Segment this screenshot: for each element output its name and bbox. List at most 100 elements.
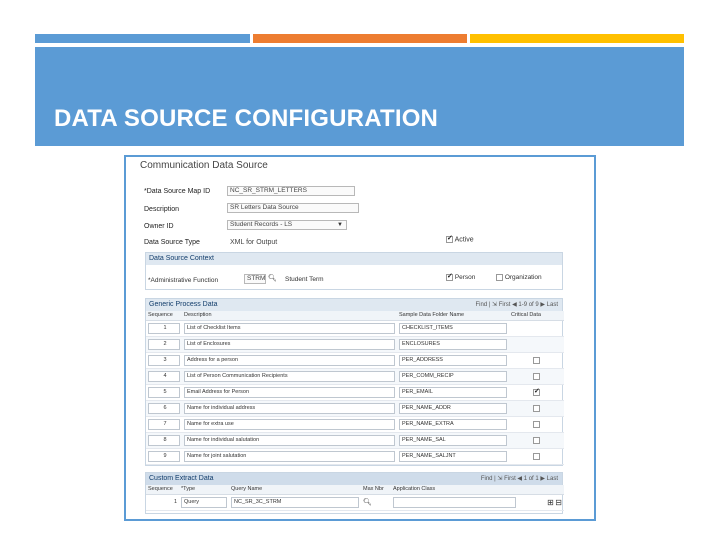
table-row: 5 Email Address for Person PER_EMAIL — [146, 384, 564, 401]
generic-process-title: Generic Process Data — [149, 301, 218, 308]
map-id-field[interactable]: NC_SR_STRM_LETTERS — [227, 186, 355, 196]
critical-data-cell — [509, 400, 564, 417]
folder-name-cell[interactable]: ENCLOSURES — [397, 336, 509, 353]
sequence-input[interactable]: 9 — [148, 450, 180, 462]
sequence-input[interactable]: 2 — [148, 338, 180, 350]
description-input[interactable]: List of Enclosures — [184, 338, 395, 350]
search-icon[interactable]: 🔍︎ — [363, 499, 372, 506]
folder-name-input[interactable]: PER_NAME_EXTRA — [399, 418, 507, 430]
custom-extract-header: Custom Extract Data Find | ⇲ First ◀ 1 o… — [146, 473, 562, 485]
organization-checkbox[interactable] — [496, 274, 503, 281]
sequence-cell[interactable]: 9 — [146, 448, 182, 465]
owner-id-select[interactable]: Student Records - LS ▼ — [227, 220, 347, 230]
description-input[interactable]: Address for a person — [184, 354, 395, 366]
column-header: Sequence — [146, 311, 182, 321]
critical-data-cell — [509, 416, 564, 433]
folder-name-input[interactable]: PER_NAME_SALJNT — [399, 450, 507, 462]
folder-name-input[interactable]: CHECKLIST_ITEMS — [399, 322, 507, 334]
sequence-cell[interactable]: 4 — [146, 368, 182, 385]
critical-data-checkbox[interactable] — [533, 404, 540, 412]
critical-data-checkbox[interactable] — [533, 372, 540, 380]
generic-process-section: Generic Process Data Find | ⇲ First ◀ 1-… — [145, 298, 564, 466]
sequence-input[interactable]: 4 — [148, 370, 180, 382]
description-cell[interactable]: List of Enclosures — [182, 336, 397, 353]
description-label: Description — [144, 206, 180, 213]
sequence-cell[interactable]: 5 — [146, 384, 182, 401]
sequence-cell[interactable]: 1 — [146, 320, 182, 337]
delete-row-icon[interactable]: ⊟ — [555, 498, 562, 507]
description-cell[interactable]: Email Address for Person — [182, 384, 397, 401]
sequence-cell[interactable]: 8 — [146, 432, 182, 449]
sequence-cell[interactable]: 6 — [146, 400, 182, 417]
critical-data-cell — [509, 352, 564, 369]
folder-name-cell[interactable]: PER_ADDRESS — [397, 352, 509, 369]
type-cell[interactable]: Query — [179, 494, 229, 511]
folder-name-cell[interactable]: PER_COMM_RECIP — [397, 368, 509, 385]
description-cell[interactable]: Name for individual salutation — [182, 432, 397, 449]
sequence-input[interactable]: 8 — [148, 434, 180, 446]
application-class-input[interactable] — [393, 496, 516, 508]
sequence-cell[interactable]: 3 — [146, 352, 182, 369]
description-field[interactable]: SR Letters Data Source — [227, 203, 359, 213]
folder-name-cell[interactable]: PER_NAME_SAL — [397, 432, 509, 449]
query-name-cell[interactable]: NC_SR_3C_STRM — [229, 494, 361, 511]
table-row: 9 Name for joint salutation PER_NAME_SALJN… — [146, 448, 564, 465]
sequence-cell[interactable]: 2 — [146, 336, 182, 353]
context-section: Data Source Context *Administrative Func… — [145, 252, 563, 290]
search-icon[interactable]: 🔍︎ — [268, 274, 277, 282]
critical-data-checkbox[interactable] — [533, 420, 540, 428]
sequence-input[interactable]: 6 — [148, 402, 180, 414]
page-title: Communication Data Source — [140, 160, 268, 171]
description-input[interactable]: List of Checklist Items — [184, 322, 395, 334]
critical-data-checkbox[interactable] — [533, 436, 540, 444]
organization-option[interactable]: Organization — [496, 274, 542, 281]
folder-name-cell[interactable]: PER_NAME_EXTRA — [397, 416, 509, 433]
folder-name-input[interactable]: ENCLOSURES — [399, 338, 507, 350]
description-input[interactable]: Name for individual address — [184, 402, 395, 414]
active-toggle[interactable]: Active — [446, 234, 474, 243]
description-cell[interactable]: Name for joint salutation — [182, 448, 397, 465]
folder-name-input[interactable]: PER_EMAIL — [399, 386, 507, 398]
sequence-input[interactable]: 1 — [148, 322, 180, 334]
folder-name-cell[interactable]: CHECKLIST_ITEMS — [397, 320, 509, 337]
description-input[interactable]: Name for individual salutation — [184, 434, 395, 446]
critical-data-checkbox[interactable] — [533, 387, 540, 396]
critical-data-checkbox[interactable] — [533, 452, 540, 460]
sequence-input[interactable]: 3 — [148, 354, 180, 366]
description-cell[interactable]: Address for a person — [182, 352, 397, 369]
description-cell[interactable]: List of Person Communication Recipients — [182, 368, 397, 385]
description-cell[interactable]: Name for extra use — [182, 416, 397, 433]
folder-name-cell[interactable]: PER_NAME_ADDR — [397, 400, 509, 417]
person-checkbox[interactable] — [446, 272, 453, 281]
description-input[interactable]: Name for extra use — [184, 418, 395, 430]
critical-data-cell — [509, 448, 564, 465]
custom-extract-nav[interactable]: Find | ⇲ First ◀ 1 of 1 ▶ Last — [481, 473, 558, 485]
person-option[interactable]: Person — [446, 272, 476, 282]
folder-name-input[interactable]: PER_ADDRESS — [399, 354, 507, 366]
critical-data-cell — [509, 432, 564, 449]
query-name-input[interactable]: NC_SR_3C_STRM — [231, 496, 359, 508]
description-input[interactable]: Name for joint salutation — [184, 450, 395, 462]
application-class-cell[interactable] — [391, 494, 518, 511]
critical-data-checkbox[interactable] — [533, 356, 540, 364]
folder-name-input[interactable]: PER_NAME_ADDR — [399, 402, 507, 414]
person-label: Person — [454, 274, 476, 282]
folder-name-input[interactable]: PER_NAME_SAL — [399, 434, 507, 446]
column-header: Description — [182, 311, 397, 321]
folder-name-cell[interactable]: PER_NAME_SALJNT — [397, 448, 509, 465]
description-input[interactable]: Email Address for Person — [184, 386, 395, 398]
add-row-icon[interactable]: ⊞ — [547, 498, 554, 507]
admin-function-input[interactable]: STRM — [244, 274, 266, 284]
description-input[interactable]: List of Person Communication Recipients — [184, 370, 395, 382]
folder-name-input[interactable]: PER_COMM_RECIP — [399, 370, 507, 382]
description-cell[interactable]: List of Checklist Items — [182, 320, 397, 337]
generic-process-nav[interactable]: Find | ⇲ First ◀ 1-9 of 9 ▶ Last — [475, 299, 558, 311]
sequence-input[interactable]: 7 — [148, 418, 180, 430]
folder-name-cell[interactable]: PER_EMAIL — [397, 384, 509, 401]
type-select[interactable]: Query — [181, 496, 227, 508]
description-cell[interactable]: Name for individual address — [182, 400, 397, 417]
context-header: Data Source Context — [146, 253, 562, 265]
active-checkbox[interactable] — [446, 234, 453, 243]
sequence-input[interactable]: 5 — [148, 386, 180, 398]
sequence-cell[interactable]: 7 — [146, 416, 182, 433]
